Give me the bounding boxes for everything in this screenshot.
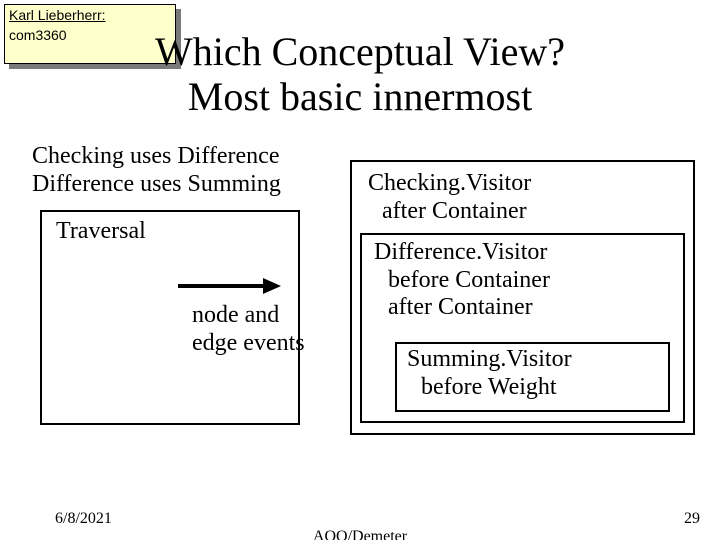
body-line-2: Difference uses Summing bbox=[32, 171, 281, 197]
summing-visitor-line-1: Summing.Visitor bbox=[407, 346, 572, 372]
slide: Karl Lieberherr: com3360 Which Conceptua… bbox=[0, 0, 720, 540]
footer-page-number: 29 bbox=[684, 510, 700, 528]
arrow-line bbox=[178, 284, 263, 288]
arrow bbox=[178, 284, 263, 288]
difference-visitor-line-2: before Container bbox=[374, 267, 550, 293]
summing-visitor-box: Summing.Visitor before Weight bbox=[395, 342, 670, 412]
checking-visitor-line-1: Checking.Visitor bbox=[368, 170, 531, 196]
footer-center: AOO/Demeter bbox=[0, 528, 720, 540]
title-line-1: Which Conceptual View? bbox=[155, 29, 565, 74]
body-text: Checking uses Difference Difference uses… bbox=[32, 143, 281, 198]
arrow-label: node and edge events bbox=[192, 302, 305, 357]
title-line-2: Most basic innermost bbox=[188, 74, 532, 119]
body-line-1: Checking uses Difference bbox=[32, 143, 279, 169]
summing-visitor-line-2: before Weight bbox=[407, 374, 557, 400]
difference-visitor-line-1: Difference.Visitor bbox=[374, 239, 547, 265]
arrow-label-line-2: edge events bbox=[192, 330, 305, 356]
footer-date: 6/8/2021 bbox=[55, 510, 112, 528]
arrow-head-icon bbox=[263, 278, 281, 294]
arrow-label-line-1: node and bbox=[192, 302, 279, 328]
checking-visitor-line-2: after Container bbox=[368, 198, 527, 224]
difference-visitor-line-3: after Container bbox=[374, 294, 533, 320]
annotation-author: Karl Lieberherr: bbox=[5, 5, 175, 23]
traversal-label: Traversal bbox=[56, 218, 146, 244]
slide-title: Which Conceptual View? Most basic innerm… bbox=[0, 30, 720, 120]
